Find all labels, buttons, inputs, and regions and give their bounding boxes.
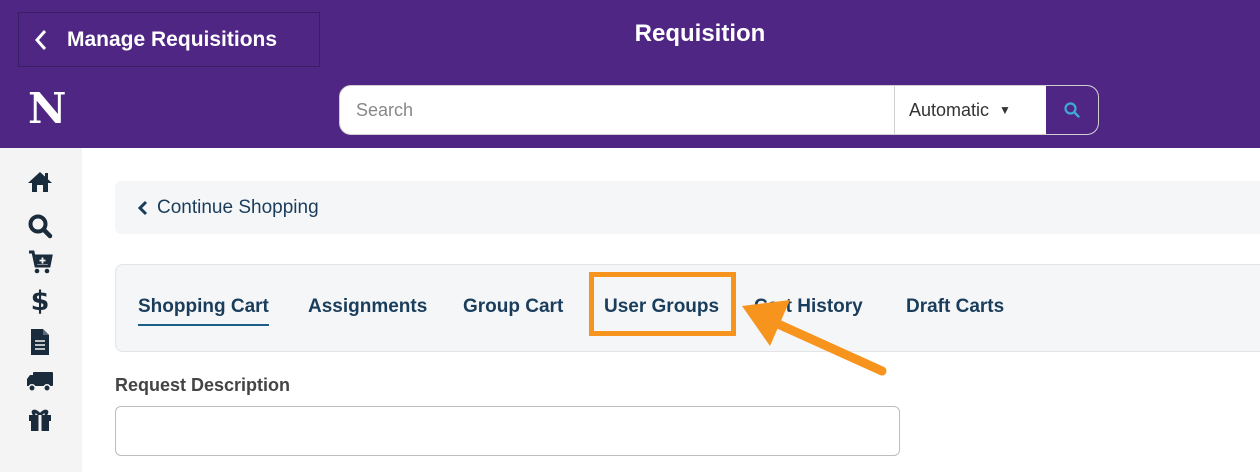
search-icon[interactable] [24,210,56,242]
continue-shopping-bar: Continue Shopping [115,181,1260,234]
continue-shopping-label: Continue Shopping [157,196,319,218]
northwestern-logo[interactable]: N [28,81,66,137]
search-scope-value: Automatic [909,99,990,120]
top-header-bar: Manage Requisitions Requisition [0,0,1260,71]
main-navbar: N Automatic ▼ [0,71,1260,148]
request-description-input[interactable] [115,406,900,456]
chevron-left-icon [33,28,59,52]
tab-user-groups[interactable]: User Groups [604,296,719,318]
tab-assignments[interactable]: Assignments [308,296,427,318]
tab-cart-history[interactable]: Cart History [754,296,863,318]
search-scope-select[interactable]: Automatic ▼ [894,86,1046,134]
tab-group-cart[interactable]: Group Cart [463,296,563,318]
gift-icon[interactable] [24,403,56,435]
cart-tabs-card: Shopping Cart Assignments Group Cart Use… [115,264,1260,352]
chevron-left-icon [137,200,149,216]
search-button[interactable] [1046,86,1098,134]
left-sidebar: $ [0,148,82,472]
search-bar: Automatic ▼ [339,85,1099,135]
tab-shopping-cart[interactable]: Shopping Cart [138,296,269,326]
search-icon [1064,102,1080,118]
document-icon[interactable] [24,326,56,358]
dollar-icon[interactable]: $ [24,284,56,316]
page-title: Requisition [634,20,766,47]
cart-icon[interactable] [24,246,56,278]
continue-shopping-link[interactable]: Continue Shopping [137,197,319,219]
caret-down-icon: ▼ [999,103,1011,117]
tab-draft-carts[interactable]: Draft Carts [906,296,1004,318]
manage-requisitions-back-button[interactable]: Manage Requisitions [18,12,320,67]
truck-icon[interactable] [24,365,56,397]
request-description-label: Request Description [115,375,291,395]
back-button-label: Manage Requisitions [67,27,278,51]
svg-text:$: $ [31,286,50,315]
home-icon[interactable] [24,166,56,198]
search-input[interactable] [340,86,894,134]
